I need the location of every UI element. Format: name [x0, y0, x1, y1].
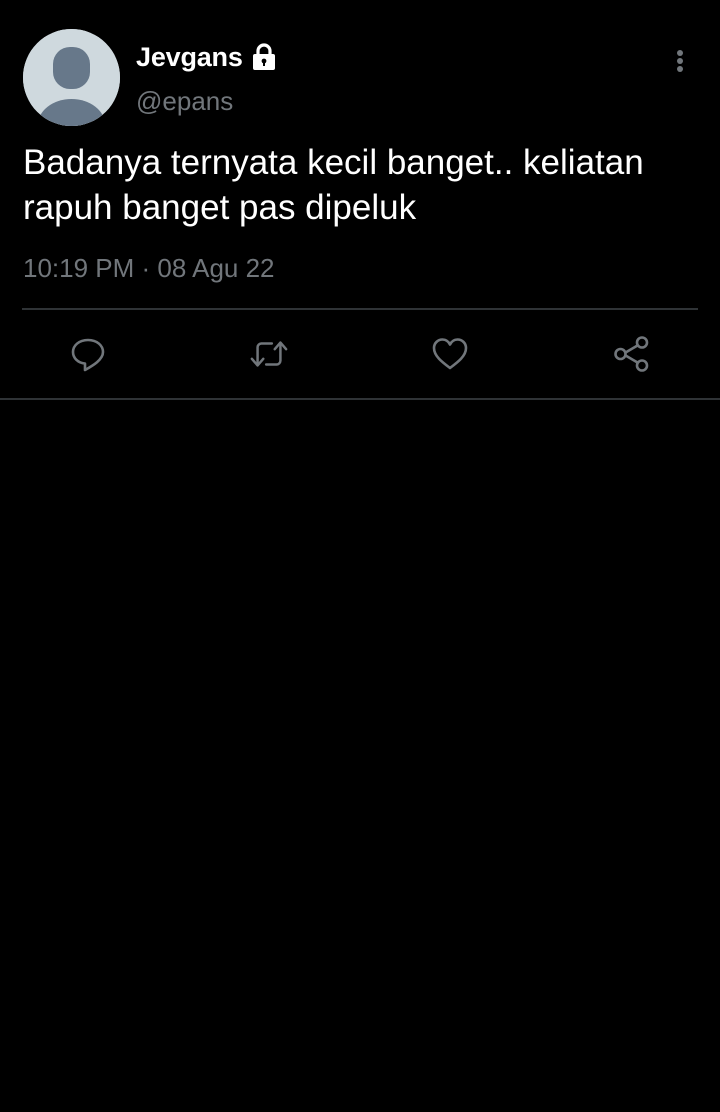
retweet-icon	[250, 341, 288, 367]
default-avatar-icon	[23, 29, 120, 126]
divider	[22, 308, 698, 310]
like-button[interactable]	[430, 334, 470, 374]
more-vertical-icon	[677, 50, 683, 72]
heart-icon	[432, 338, 468, 370]
avatar[interactable]	[23, 29, 120, 126]
user-handle[interactable]: @epans	[136, 86, 233, 117]
display-name[interactable]: Jevgans	[136, 42, 243, 73]
lock-icon	[250, 42, 278, 72]
tweet-timestamp[interactable]: 10:19 PM · 08 Agu 22	[23, 253, 275, 284]
retweet-button[interactable]	[249, 334, 289, 374]
reply-icon	[71, 338, 105, 372]
tweet-detail: Jevgans @epans Badanya ternyata kecil ba…	[0, 0, 720, 400]
name-row: Jevgans	[136, 40, 278, 74]
reply-button[interactable]	[68, 334, 108, 374]
share-icon	[614, 336, 649, 372]
share-button[interactable]	[612, 334, 652, 374]
tweet-text: Badanya ternyata kecil banget.. keliatan…	[23, 143, 644, 227]
more-options-button[interactable]	[668, 46, 692, 78]
